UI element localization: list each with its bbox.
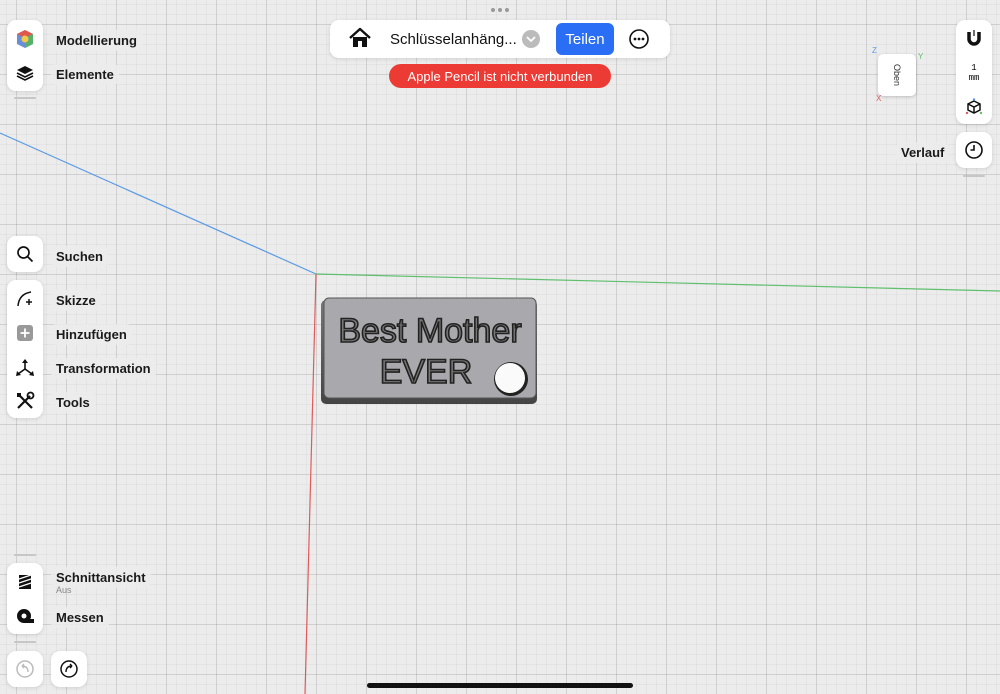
add-button[interactable] xyxy=(7,316,43,350)
left-tools-toolbar xyxy=(7,280,43,418)
left-bottom-toolbar xyxy=(7,563,43,634)
modeling-button[interactable] xyxy=(7,22,43,56)
undo-button[interactable] xyxy=(7,651,43,687)
share-button[interactable]: Teilen xyxy=(556,23,614,55)
modeling-cube-icon xyxy=(17,30,33,48)
chevron-down-icon xyxy=(526,36,536,43)
history-label: Verlauf xyxy=(896,142,950,163)
section-view-status: Aus xyxy=(56,585,72,595)
units-button[interactable]: 1 mm xyxy=(956,56,992,90)
axis-y-label: Y xyxy=(918,52,924,61)
layers-icon xyxy=(16,66,34,81)
keyring-hole xyxy=(495,363,525,393)
view-cube-icon xyxy=(965,98,983,115)
multitask-dots[interactable] xyxy=(491,8,509,12)
add-label: Hinzufügen xyxy=(51,324,132,345)
magnet-icon xyxy=(967,30,981,46)
snap-button[interactable] xyxy=(956,22,992,56)
title-dropdown-button[interactable] xyxy=(522,30,540,48)
search-icon xyxy=(17,246,34,263)
search-button[interactable] xyxy=(7,237,43,271)
separator xyxy=(963,175,985,177)
separator xyxy=(14,641,36,643)
home-indicator[interactable] xyxy=(367,683,633,688)
unit-label: mm xyxy=(968,73,980,83)
z-axis-line xyxy=(0,132,317,275)
modeling-label: Modellierung xyxy=(51,30,142,51)
separator xyxy=(14,97,36,99)
sketch-icon xyxy=(17,291,32,307)
search-toolbar xyxy=(7,236,43,272)
add-icon xyxy=(17,325,33,341)
axis-x-label: X xyxy=(876,94,882,103)
model-text-line2: EVER xyxy=(380,353,473,391)
3d-viewport[interactable]: Best Mother EVER xyxy=(0,0,1000,694)
right-toolbar: 1 mm xyxy=(956,20,992,124)
unit-value: 1 xyxy=(971,63,977,73)
tools-button[interactable] xyxy=(7,384,43,418)
transform-button[interactable] xyxy=(7,350,43,384)
section-view-button[interactable] xyxy=(7,565,43,599)
more-icon xyxy=(629,29,649,49)
home-icon xyxy=(349,27,371,47)
separator xyxy=(14,554,36,556)
document-toolbar: Schlüsselanhäng... Teilen xyxy=(330,20,670,58)
model-text-line1: Best Mother xyxy=(338,312,521,350)
more-button[interactable] xyxy=(628,28,650,50)
measure-button[interactable] xyxy=(7,599,43,633)
x-axis-line xyxy=(304,273,317,694)
document-title[interactable]: Schlüsselanhäng... xyxy=(390,31,517,48)
section-view-icon xyxy=(18,574,32,589)
undo-icon xyxy=(16,660,34,678)
view-cube-face[interactable]: Oben xyxy=(878,54,916,96)
view-cube-face-label: Oben xyxy=(892,63,902,87)
home-button[interactable] xyxy=(348,27,374,51)
tools-icon xyxy=(17,391,35,409)
history-button[interactable] xyxy=(956,132,992,168)
left-top-toolbar xyxy=(7,20,43,91)
search-label: Suchen xyxy=(51,246,108,267)
clock-icon xyxy=(965,141,983,159)
sketch-label: Skizze xyxy=(51,290,101,311)
redo-button[interactable] xyxy=(51,651,87,687)
sketch-button[interactable] xyxy=(7,282,43,316)
redo-icon xyxy=(60,660,78,678)
transform-icon xyxy=(16,359,34,376)
elements-label: Elemente xyxy=(51,64,119,85)
tools-label: Tools xyxy=(51,392,95,413)
measure-tape-icon xyxy=(17,609,34,623)
pencil-status-badge: Apple Pencil ist nicht verbunden xyxy=(389,64,611,88)
view-cube[interactable]: Oben Z Y X xyxy=(872,46,924,103)
elements-button[interactable] xyxy=(7,56,43,90)
keychain-model[interactable]: Best Mother EVER xyxy=(320,296,540,408)
transform-label: Transformation xyxy=(51,358,156,379)
view-options-button[interactable] xyxy=(956,90,992,124)
measure-label: Messen xyxy=(51,607,109,628)
y-axis-line xyxy=(315,273,1000,292)
axis-z-label: Z xyxy=(872,46,877,55)
